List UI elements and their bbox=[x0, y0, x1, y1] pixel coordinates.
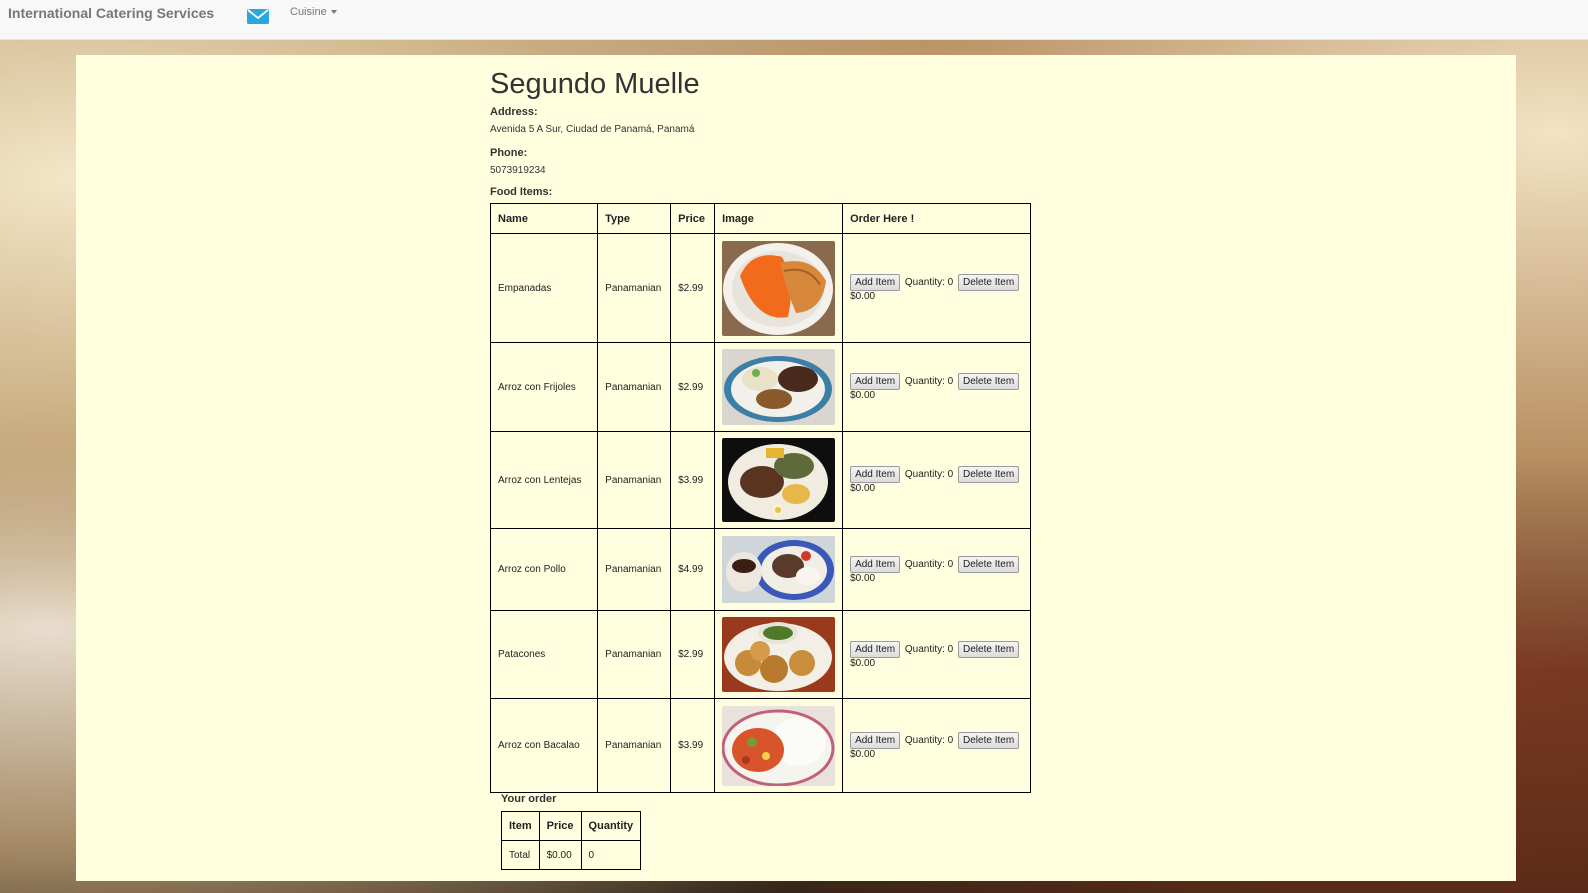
delete-item-button[interactable]: Delete Item bbox=[958, 466, 1020, 483]
delete-item-button[interactable]: Delete Item bbox=[958, 373, 1020, 390]
add-item-button[interactable]: Add Item bbox=[850, 555, 901, 573]
food-type: Panamanian bbox=[597, 698, 672, 793]
summary-total-price: $0.00 bbox=[538, 840, 582, 870]
item-subtotal: $0.00 bbox=[850, 572, 876, 584]
delete-item-button[interactable]: Delete Item bbox=[958, 640, 1020, 658]
food-type: Panamanian bbox=[597, 610, 672, 699]
food-name: Arroz con Frijoles bbox=[489, 342, 599, 432]
order-controls: Add Item Quantity: 0 Delete Item $0.00 bbox=[842, 342, 1031, 432]
order-summary-table: Item Price Quantity Total $0.00 0 bbox=[501, 811, 642, 870]
summary-total-row: Total $0.00 0 bbox=[501, 840, 642, 870]
food-items-table: Name Type Price Image Order Here ! Empan… bbox=[489, 203, 1031, 793]
order-controls: Add Item Quantity: 0 Delete Item $0.00 bbox=[842, 528, 1031, 611]
food-items-label: Food Items: bbox=[490, 186, 553, 198]
address-value: Avenida 5 A Sur, Ciudad de Panamá, Panam… bbox=[490, 124, 695, 135]
food-name: Arroz con Bacalao bbox=[489, 698, 599, 793]
table-row: Arroz con Pollo Panamanian $4.99 Add Ite… bbox=[489, 528, 1031, 611]
content-panel: Segundo Muelle Address: Avenida 5 A Sur,… bbox=[76, 55, 1516, 881]
item-subtotal: $0.00 bbox=[850, 390, 876, 401]
order-controls: Add Item Quantity: 0 Delete Item $0.00 bbox=[842, 610, 1031, 699]
quantity-label: Quantity: 0 bbox=[904, 469, 954, 480]
arroz-con-frijoles-image bbox=[722, 349, 836, 425]
arroz-con-lentejas-image bbox=[722, 438, 836, 522]
food-price: $2.99 bbox=[670, 610, 716, 699]
summary-header-item: Item bbox=[501, 811, 540, 841]
food-price: $4.99 bbox=[670, 528, 716, 611]
item-subtotal: $0.00 bbox=[850, 657, 876, 669]
delete-item-button[interactable]: Delete Item bbox=[958, 274, 1020, 291]
quantity-label: Quantity: 0 bbox=[904, 558, 954, 570]
food-price: $3.99 bbox=[670, 431, 716, 529]
summary-header-quantity: Quantity bbox=[580, 811, 642, 841]
add-item-button[interactable]: Add Item bbox=[850, 731, 901, 749]
item-subtotal: $0.00 bbox=[850, 291, 876, 302]
order-controls: Add Item Quantity: 0 Delete Item $0.00 bbox=[842, 698, 1031, 793]
cuisine-dropdown[interactable]: Cuisine bbox=[290, 6, 337, 18]
food-image-cell bbox=[714, 698, 844, 793]
table-row: Arroz con Lentejas Panamanian $3.99 Add … bbox=[489, 431, 1031, 529]
food-image-cell bbox=[714, 342, 844, 432]
cuisine-dropdown-label: Cuisine bbox=[290, 6, 327, 18]
add-item-button[interactable]: Add Item bbox=[850, 373, 901, 390]
food-price: $3.99 bbox=[670, 698, 716, 793]
food-type: Panamanian bbox=[597, 528, 672, 611]
food-name: Patacones bbox=[489, 610, 599, 699]
arroz-con-bacalao-image bbox=[722, 705, 836, 786]
phone-value: 5073919234 bbox=[490, 165, 546, 176]
patacones-image bbox=[722, 617, 836, 692]
brand-title[interactable]: International Catering Services bbox=[8, 5, 214, 21]
address-label: Address: bbox=[490, 106, 538, 118]
column-header-order: Order Here ! bbox=[842, 203, 1031, 234]
food-type: Panamanian bbox=[597, 233, 672, 343]
column-header-name: Name bbox=[489, 203, 599, 234]
food-image-cell bbox=[714, 233, 844, 343]
summary-header-price: Price bbox=[538, 811, 582, 841]
food-image-cell bbox=[714, 431, 844, 529]
top-navbar: International Catering Services Cuisine bbox=[0, 0, 1588, 40]
food-image-cell bbox=[714, 610, 844, 699]
add-item-button[interactable]: Add Item bbox=[850, 640, 901, 658]
food-type: Panamanian bbox=[597, 431, 672, 529]
summary-total-label: Total bbox=[501, 840, 540, 870]
column-header-image: Image bbox=[714, 203, 844, 234]
table-header-row: Name Type Price Image Order Here ! bbox=[489, 203, 1031, 234]
table-row: Arroz con Bacalao Panamanian $3.99 Add I… bbox=[489, 698, 1031, 793]
food-image-cell bbox=[714, 528, 844, 611]
delete-item-button[interactable]: Delete Item bbox=[958, 731, 1020, 749]
column-header-type: Type bbox=[597, 203, 672, 234]
restaurant-name: Segundo Muelle bbox=[490, 68, 700, 100]
quantity-label: Quantity: 0 bbox=[904, 734, 954, 746]
food-name: Arroz con Pollo bbox=[489, 528, 599, 611]
table-row: Patacones Panamanian $2.99 Add Item Quan… bbox=[489, 610, 1031, 699]
table-row: Empanadas Panamanian $2.99 Add Item Quan… bbox=[489, 233, 1031, 343]
caret-down-icon bbox=[330, 10, 337, 15]
table-row: Arroz con Frijoles Panamanian $2.99 Add … bbox=[489, 342, 1031, 432]
your-order-title: Your order bbox=[501, 793, 557, 805]
quantity-label: Quantity: 0 bbox=[904, 643, 954, 655]
add-item-button[interactable]: Add Item bbox=[850, 274, 901, 291]
item-subtotal: $0.00 bbox=[850, 483, 876, 494]
empanadas-image bbox=[722, 240, 836, 336]
quantity-label: Quantity: 0 bbox=[904, 376, 954, 387]
arroz-con-pollo-image bbox=[722, 536, 836, 603]
food-name: Empanadas bbox=[489, 233, 599, 343]
delete-item-button[interactable]: Delete Item bbox=[958, 555, 1020, 573]
food-price: $2.99 bbox=[670, 342, 716, 432]
envelope-icon[interactable] bbox=[246, 6, 270, 26]
quantity-label: Quantity: 0 bbox=[904, 277, 954, 288]
summary-total-quantity: 0 bbox=[580, 840, 642, 870]
order-controls: Add Item Quantity: 0 Delete Item $0.00 bbox=[842, 431, 1031, 529]
phone-label: Phone: bbox=[490, 147, 528, 159]
food-price: $2.99 bbox=[670, 233, 716, 343]
add-item-button[interactable]: Add Item bbox=[850, 466, 901, 483]
order-controls: Add Item Quantity: 0 Delete Item $0.00 bbox=[842, 233, 1031, 343]
item-subtotal: $0.00 bbox=[850, 748, 876, 760]
column-header-price: Price bbox=[670, 203, 716, 234]
food-type: Panamanian bbox=[597, 342, 672, 432]
summary-header-row: Item Price Quantity bbox=[501, 811, 642, 841]
food-name: Arroz con Lentejas bbox=[489, 431, 599, 529]
